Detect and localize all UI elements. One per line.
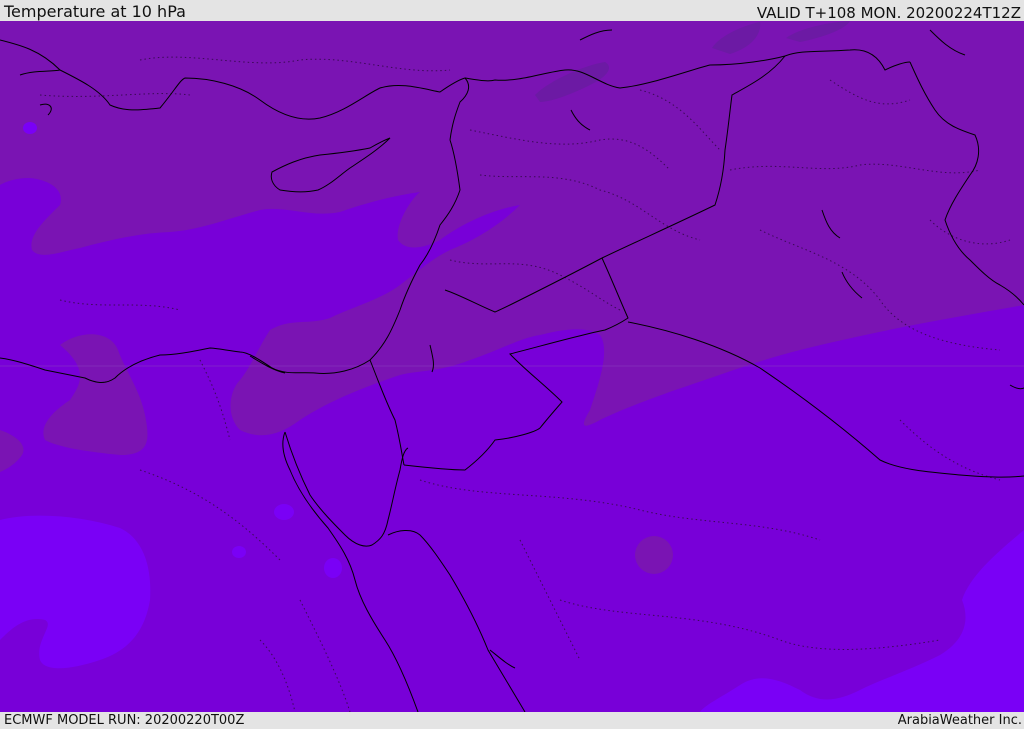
field-cold-blob-3 bbox=[324, 558, 342, 578]
credit-label: ArabiaWeather Inc. bbox=[897, 713, 1022, 728]
field-cold-blob-2 bbox=[232, 546, 246, 558]
temperature-map[interactable] bbox=[0, 21, 1024, 712]
valid-time: VALID T+108 MON. 20200224T12Z bbox=[756, 4, 1021, 22]
field-warm-blob-1 bbox=[635, 536, 673, 574]
map-title: Temperature at 10 hPa bbox=[4, 2, 186, 21]
field-cold-blob-4 bbox=[23, 122, 37, 134]
model-run-label: ECMWF MODEL RUN: 20200220T00Z bbox=[4, 713, 245, 728]
map-canvas bbox=[0, 21, 1024, 712]
footer-bar: ECMWF MODEL RUN: 20200220T00Z ArabiaWeat… bbox=[0, 712, 1024, 729]
header-bar: Temperature at 10 hPa VALID T+108 MON. 2… bbox=[0, 0, 1024, 21]
field-cold-blob-1 bbox=[274, 504, 294, 520]
